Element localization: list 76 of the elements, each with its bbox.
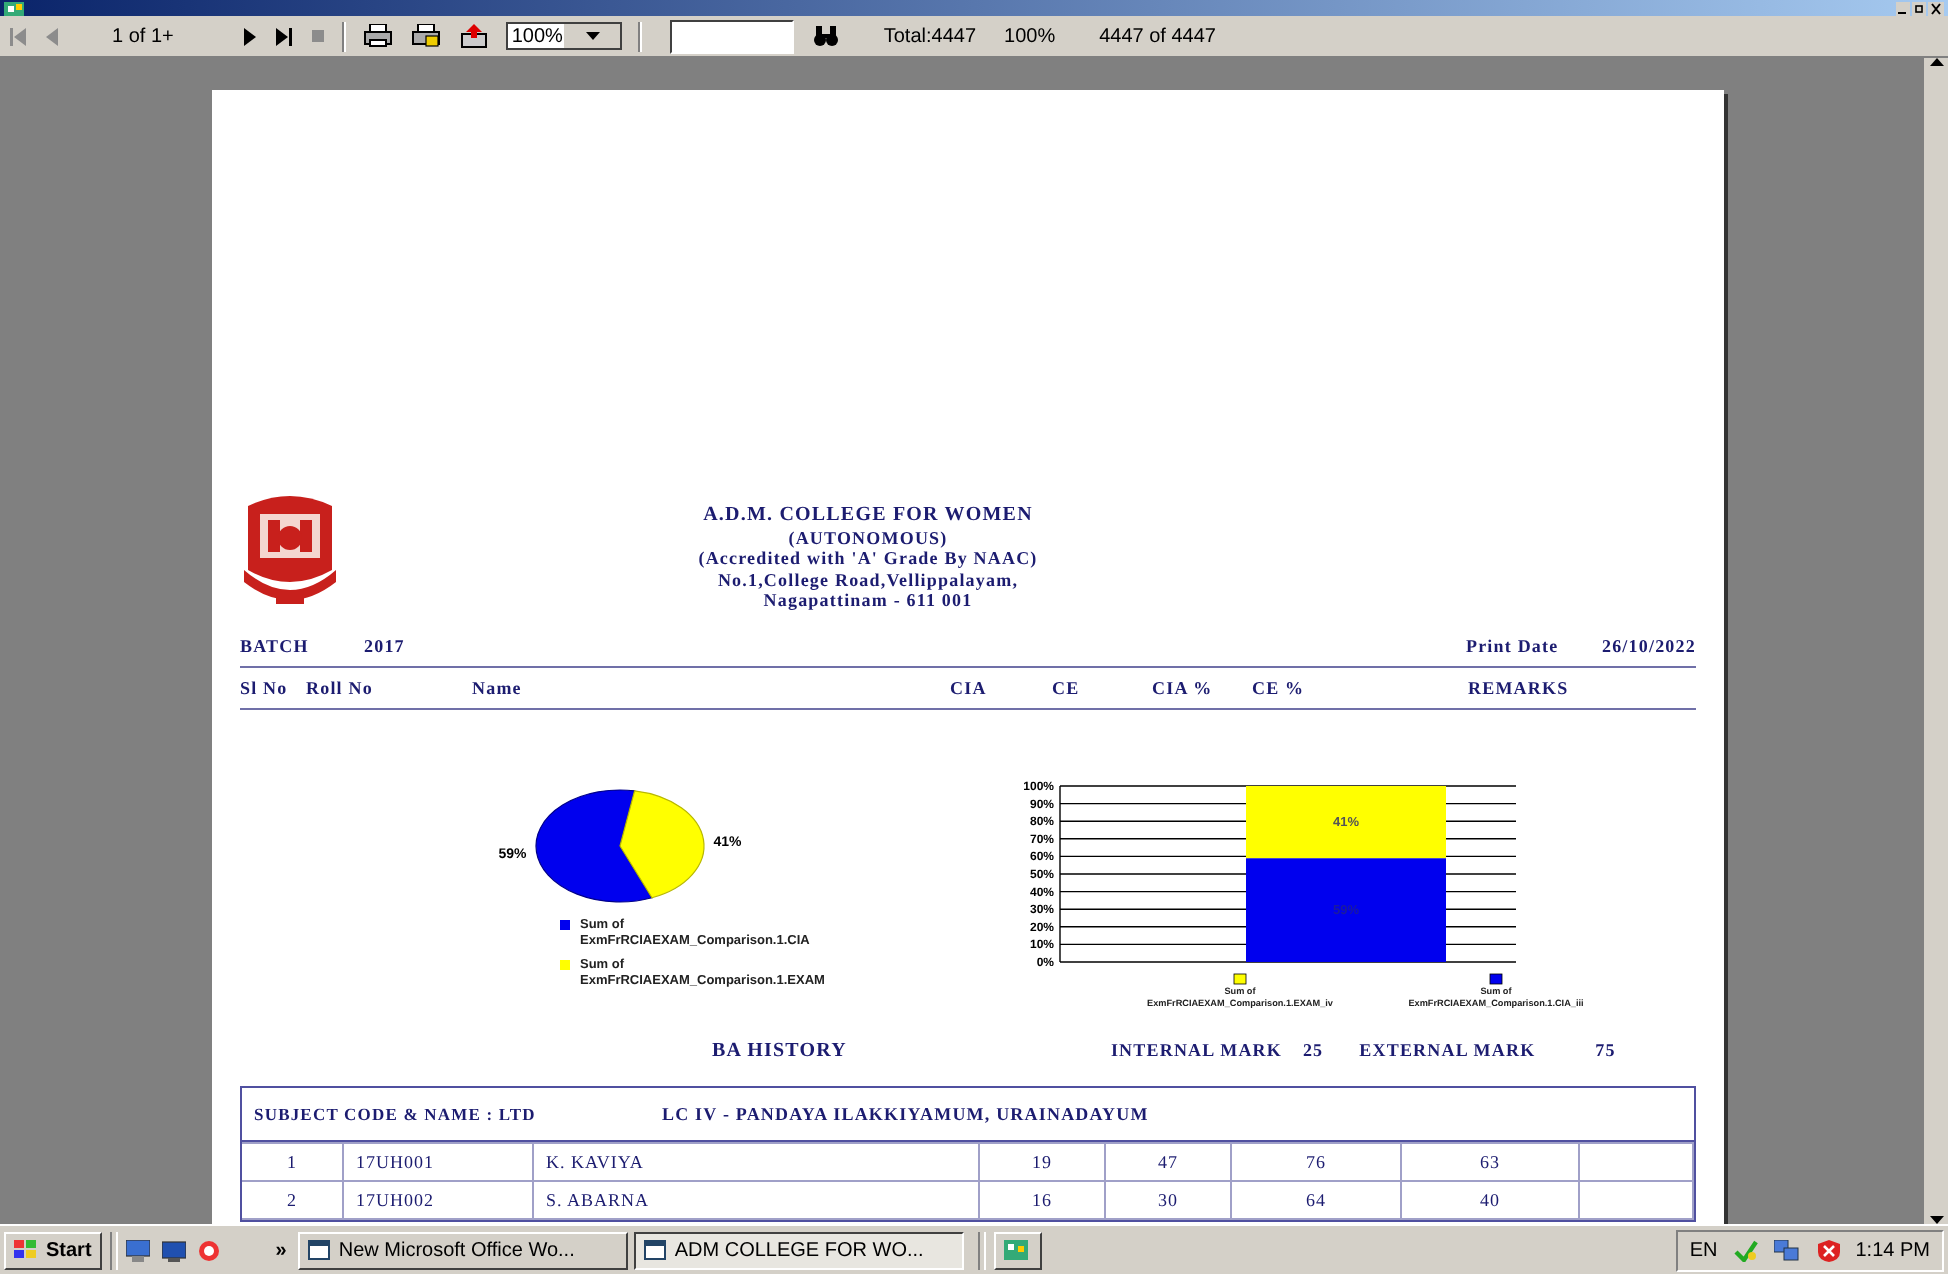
column-header: REMARKS [1468,678,1571,698]
zoom-dropdown[interactable]: 100% [505,22,622,50]
app-icon [1004,1240,1029,1260]
column-header: Name [472,678,524,698]
table-cell: 30 [1105,1181,1231,1219]
table-cell: 16 [979,1181,1105,1219]
app-icon [4,1,24,15]
batch-label: BATCH [240,636,311,656]
quick-launch-overflow[interactable]: » [275,1239,287,1261]
pie-slice [535,789,653,903]
batch-value: 2017 [364,636,405,656]
window-icon [644,1240,667,1260]
subject-name: LC IV - PANDAYA ILAKKIYAMUM, URAINADAYUM [662,1104,1149,1124]
desktop-icon[interactable] [125,1239,150,1261]
clock: 1:14 PM [1855,1239,1930,1261]
taskbar-button[interactable]: ADM COLLEGE FOR WO... [634,1231,965,1269]
pie-slice [619,790,705,899]
caret-icon [586,32,601,40]
college-logo-drawing [240,490,340,606]
institution-line: (Accredited with 'A' Grade By NAAC) [698,548,1038,569]
language-indicator[interactable]: EN [1689,1239,1718,1261]
shield-icon[interactable] [1817,1239,1840,1261]
window-controls-icon[interactable] [1896,1,1944,15]
institution-line: A.D.M. COLLEGE FOR WOMEN [703,506,1033,527]
monitor-icon[interactable] [161,1239,186,1261]
table-cell: 19 [979,1143,1105,1181]
legend-swatch [560,920,570,930]
start-button[interactable]: Start [4,1231,102,1269]
table-cell: 40 [1401,1181,1579,1219]
legend-swatch [1489,973,1503,985]
table-cell: 1 [242,1143,343,1181]
print-date-value: 26/10/2022 [1601,636,1696,656]
total-count: Total:4447 [883,25,977,47]
last-page-icon[interactable] [275,27,292,45]
column-header: CE % [1252,678,1307,698]
internal-mark-label: INTERNAL MARK [1110,1040,1284,1060]
taskbar-button[interactable] [994,1231,1043,1269]
column-header: Roll No [306,678,375,698]
column-header: CIA [950,678,989,698]
table-cell: S. ABARNA [533,1181,979,1219]
table-cell: 17UH002 [343,1181,533,1219]
column-header: CIA % [1152,678,1215,698]
institution-line: (AUTONOMOUS) [788,527,948,548]
print-date-label: Print Date [1465,636,1561,656]
next-page-icon[interactable] [243,27,256,45]
percent-text: 100% [1004,25,1056,47]
subject-code-label: SUBJECT CODE & NAME : LTD [254,1104,538,1124]
programme-name: BA HISTORY [712,1039,847,1061]
legend-swatch [1233,973,1247,985]
table-cell: 17UH001 [343,1143,533,1181]
table-cell: 64 [1231,1181,1401,1219]
table-cell: 2 [242,1181,343,1219]
vertical-scrollbar[interactable] [1924,58,1948,1224]
browser-icon[interactable] [197,1239,220,1261]
legend-swatch [560,960,570,970]
page-indicator: 1 of 1+ [112,25,174,47]
network-icon[interactable] [1773,1239,1802,1261]
institution-line: No.1,College Road,Vellippalayam, [717,569,1019,590]
taskbar-button[interactable]: New Microsoft Office Wo... [298,1231,629,1269]
internal-mark-value: 25 [1302,1040,1324,1060]
record-count: 4447 of 4447 [1099,25,1216,47]
search-field[interactable] [669,19,794,53]
binoculars-icon [813,26,838,46]
institution-line: Nagapattinam - 611 001 [763,590,973,611]
windows-logo-icon [14,1240,38,1260]
table-cell: 47 [1105,1143,1231,1181]
window-icon [308,1240,331,1260]
table-cell: 63 [1401,1143,1579,1181]
table-cell: 76 [1231,1143,1401,1181]
table-cell: K. KAVIYA [533,1143,979,1181]
column-header: Sl No [240,678,290,698]
column-header: CE [1052,678,1082,698]
external-mark-label: EXTERNAL MARK [1359,1040,1538,1060]
external-mark-value: 75 [1595,1040,1616,1060]
checkmark-icon[interactable] [1733,1239,1758,1261]
find-button[interactable] [813,20,838,52]
